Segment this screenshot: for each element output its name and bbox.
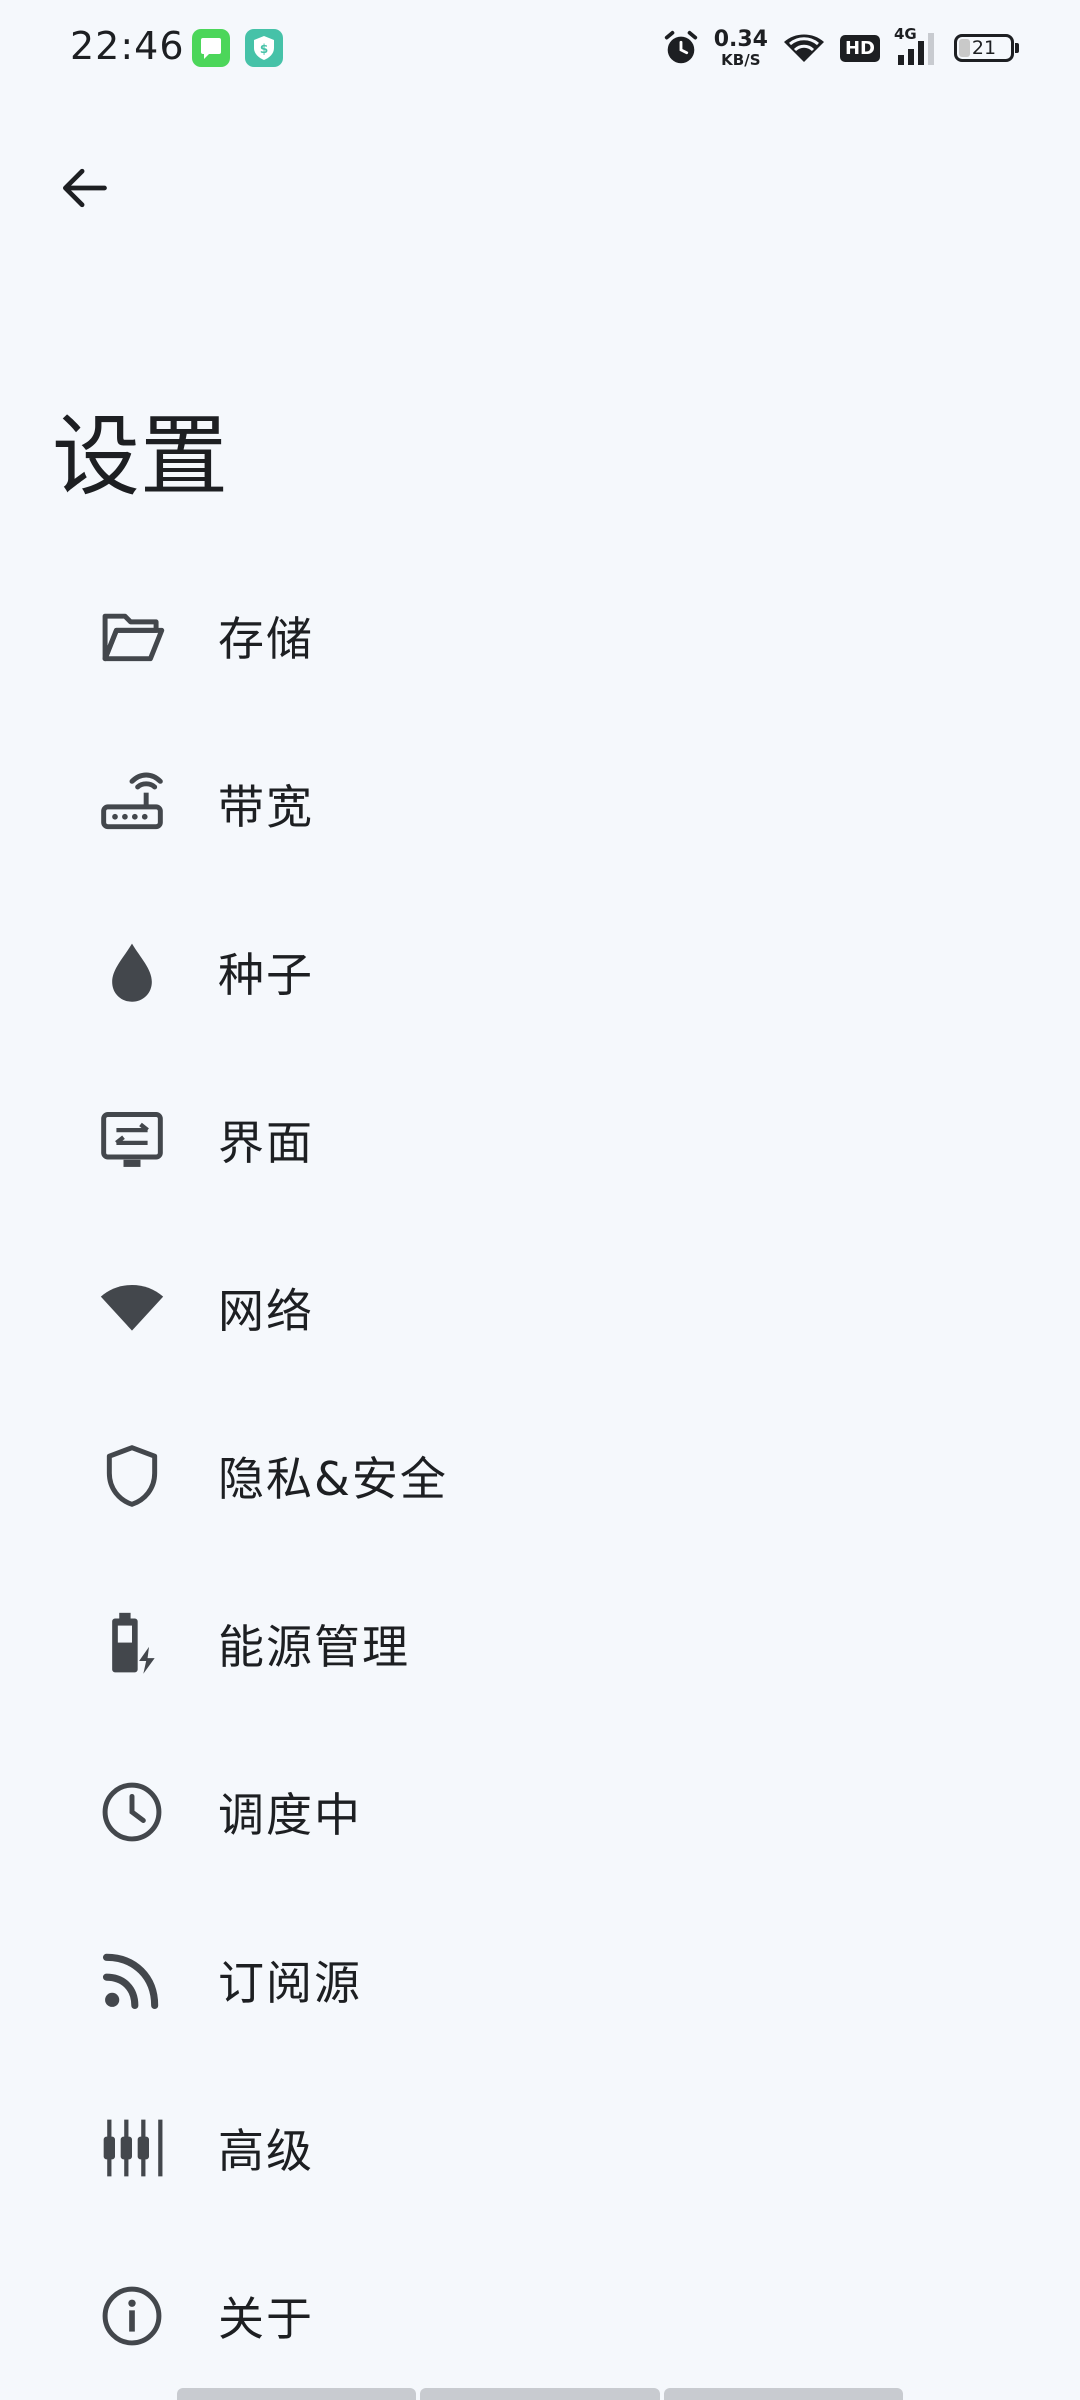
settings-item-label: 种子 xyxy=(218,948,314,1002)
settings-item-label: 隐私&安全 xyxy=(218,1452,448,1506)
shield-app-icon: $ xyxy=(245,29,283,67)
water-drop-icon xyxy=(96,936,168,1008)
status-bar: 22:46 $ 0.34 KB/S HD 4G 21 xyxy=(0,0,1080,96)
settings-item-privacy[interactable]: 隐私&安全 xyxy=(0,1392,1080,1560)
tune-icon xyxy=(96,2112,168,2184)
settings-list: 存储 带宽 种子 界面 网络 隐私&安全 能源管理 调度中 订阅源 高级 关于 xyxy=(0,552,1080,2400)
settings-item-label: 网络 xyxy=(218,1284,314,1338)
alarm-icon xyxy=(664,30,697,64)
settings-item-feeds[interactable]: 订阅源 xyxy=(0,1896,1080,2064)
folder-open-icon xyxy=(96,600,168,672)
clock-icon xyxy=(96,1776,168,1848)
net-speed-value: 0.34 xyxy=(713,26,768,52)
navigation-handle[interactable] xyxy=(177,2388,903,2400)
settings-item-torrent[interactable]: 种子 xyxy=(0,888,1080,1056)
net-speed-unit: KB/S xyxy=(721,50,761,69)
settings-item-scheduling[interactable]: 调度中 xyxy=(0,1728,1080,1896)
settings-item-label: 订阅源 xyxy=(218,1956,362,2010)
settings-item-power[interactable]: 能源管理 xyxy=(0,1560,1080,1728)
info-icon xyxy=(96,2280,168,2352)
settings-item-label: 存储 xyxy=(218,612,314,666)
settings-item-bandwidth[interactable]: 带宽 xyxy=(0,720,1080,888)
battery-fill xyxy=(959,39,970,57)
settings-item-label: 关于 xyxy=(218,2292,314,2346)
settings-item-storage[interactable]: 存储 xyxy=(0,552,1080,720)
monitor-settings-icon xyxy=(96,1104,168,1176)
battery-level: 21 xyxy=(971,37,997,59)
wifi-icon xyxy=(783,34,824,62)
svg-text:$: $ xyxy=(260,42,268,56)
cellular-signal-icon: 4G xyxy=(894,25,940,67)
wifi-icon xyxy=(96,1272,168,1344)
hd-icon: HD xyxy=(839,34,880,62)
settings-item-label: 高级 xyxy=(218,2124,314,2178)
settings-item-label: 带宽 xyxy=(218,780,314,834)
settings-item-label: 能源管理 xyxy=(218,1620,410,1674)
net-speed: 0.34 KB/S xyxy=(713,26,768,69)
settings-item-label: 界面 xyxy=(218,1116,314,1170)
settings-item-network[interactable]: 网络 xyxy=(0,1224,1080,1392)
page-title: 设置 xyxy=(52,405,229,508)
status-icons: 0.34 KB/S HD 4G 21 xyxy=(662,24,1019,72)
battery-charging-icon xyxy=(96,1608,168,1680)
arrow-left-icon xyxy=(62,168,107,208)
battery-icon: 21 xyxy=(954,34,1019,62)
settings-item-advanced[interactable]: 高级 xyxy=(0,2064,1080,2232)
shield-icon xyxy=(96,1440,168,1512)
rss-icon xyxy=(96,1944,168,2016)
settings-item-label: 调度中 xyxy=(218,1788,362,1842)
back-button[interactable] xyxy=(44,148,124,228)
settings-item-about[interactable]: 关于 xyxy=(0,2232,1080,2400)
router-icon xyxy=(96,768,168,840)
message-app-icon xyxy=(192,29,230,67)
settings-item-interface[interactable]: 界面 xyxy=(0,1056,1080,1224)
status-time: 22:46 xyxy=(70,24,185,68)
